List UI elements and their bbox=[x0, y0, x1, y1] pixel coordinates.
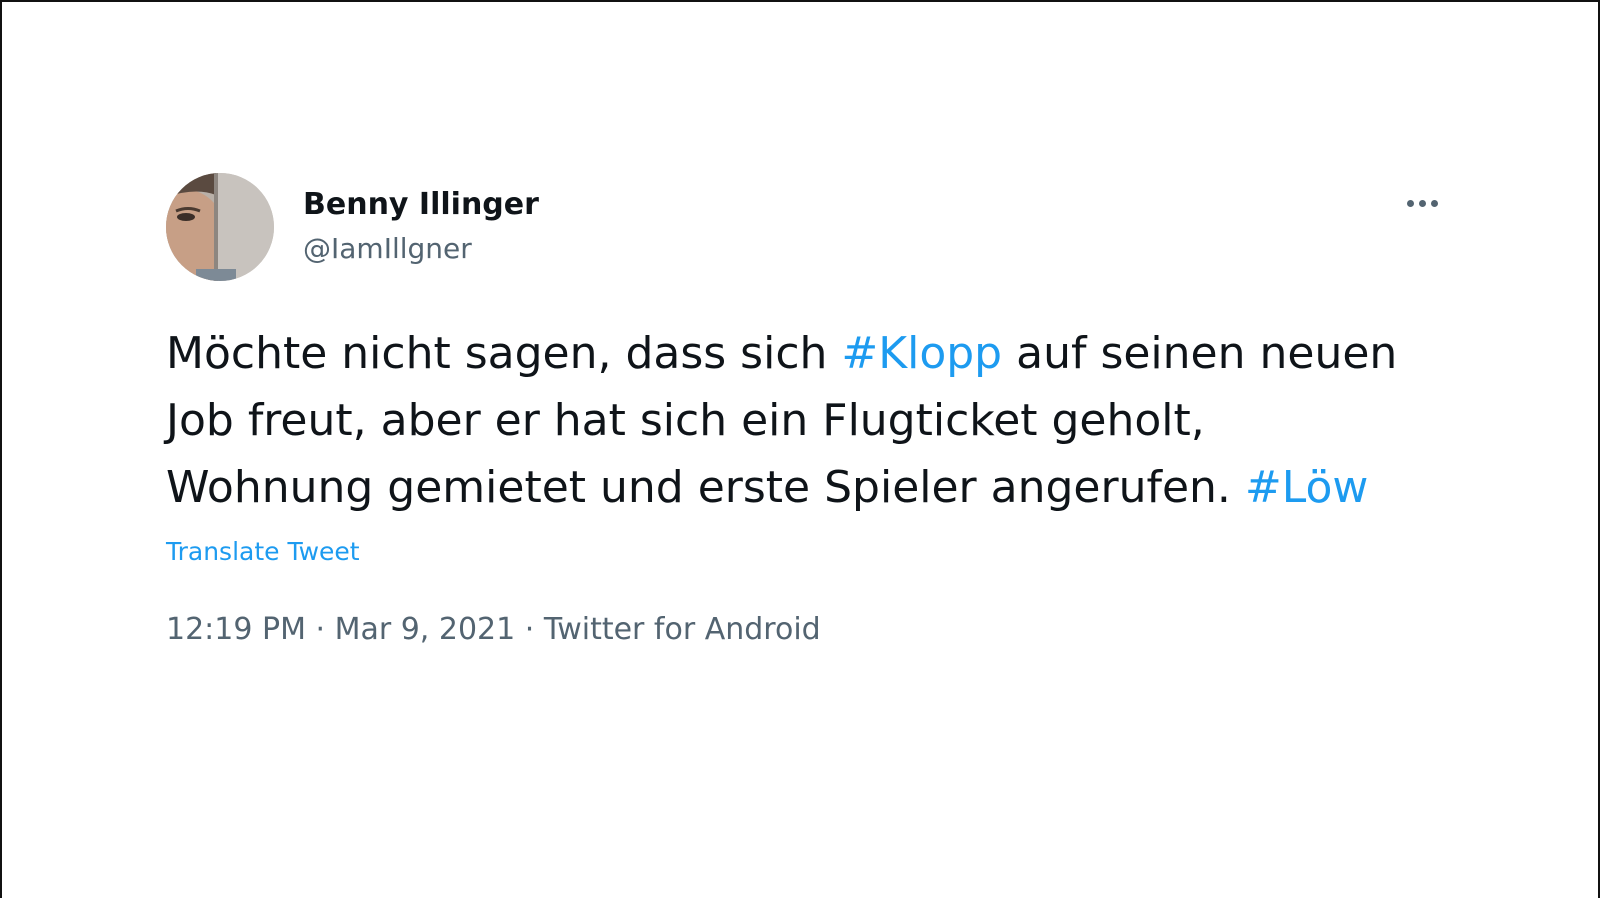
author-handle[interactable]: @IamIllgner bbox=[303, 232, 472, 265]
more-options-button[interactable] bbox=[1400, 188, 1444, 218]
tweet-text-segment: Wohnung gemietet und erste Spieler anger… bbox=[166, 462, 1245, 513]
hashtag-link[interactable]: #Klopp bbox=[841, 328, 1002, 379]
more-horizontal-icon bbox=[1418, 199, 1426, 207]
tweet-text-line: Job freut, aber er hat sich ein Flugtick… bbox=[166, 395, 1205, 446]
meta-separator: · bbox=[515, 612, 544, 647]
more-horizontal-icon bbox=[1430, 199, 1438, 207]
avatar[interactable] bbox=[166, 173, 274, 281]
tweet-source[interactable]: Twitter for Android bbox=[544, 612, 821, 647]
tweet-card: Benny Illinger @IamIllgner Möchte nicht … bbox=[0, 0, 1600, 898]
avatar-photo bbox=[166, 173, 274, 281]
hashtag-link[interactable]: #Löw bbox=[1245, 462, 1369, 513]
more-horizontal-icon bbox=[1406, 199, 1414, 207]
tweet-text-segment: auf seinen neuen bbox=[1002, 328, 1398, 379]
tweet-date[interactable]: Mar 9, 2021 bbox=[335, 612, 516, 647]
author-name[interactable]: Benny Illinger bbox=[303, 187, 539, 222]
translate-tweet-link[interactable]: Translate Tweet bbox=[166, 537, 360, 566]
tweet-text-line: Wohnung gemietet und erste Spieler anger… bbox=[166, 454, 1496, 521]
tweet-text-line: Möchte nicht sagen, dass sich #Klopp auf… bbox=[166, 320, 1496, 387]
tweet-metadata: 12:19 PM · Mar 9, 2021 · Twitter for And… bbox=[166, 612, 821, 647]
tweet-text-segment: Möchte nicht sagen, dass sich bbox=[166, 328, 842, 379]
tweet-time[interactable]: 12:19 PM bbox=[166, 612, 306, 647]
meta-separator: · bbox=[305, 612, 335, 647]
tweet-text: Möchte nicht sagen, dass sich #Klopp auf… bbox=[166, 320, 1496, 521]
